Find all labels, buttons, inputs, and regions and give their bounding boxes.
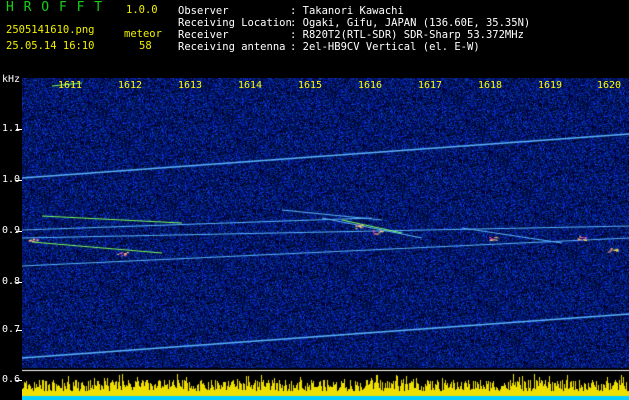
minute-label: 1614 [238,80,263,91]
minute-label: 1611 [58,80,83,91]
antenna-label: Receiving antenna [178,41,286,53]
location-label: Receiving Location [178,17,292,29]
minute-label: 1615 [298,80,323,91]
datetime-label: 25.05.14 16:10 [6,40,95,52]
observer-label: Observer [178,5,229,17]
spectrogram-canvas [22,78,629,400]
minute-label: 1620 [597,80,622,91]
app-title: H R O F F T [6,0,104,15]
axis-unit-label: kHz [2,74,21,85]
filename-label: 2505141610.png [6,24,95,36]
minute-label: 1612 [118,80,143,91]
meteor-count: 58 [139,40,152,52]
minute-label: 1617 [418,80,443,91]
receiver-value: : R820T2(RTL-SDR) SDR-Sharp 53.372MHz [290,29,524,41]
minute-label: 1618 [478,80,503,91]
minute-label: 1619 [538,80,563,91]
minute-label: 1616 [358,80,383,91]
receiver-label: Receiver [178,29,229,41]
observer-value: : Takanori Kawachi [290,5,404,17]
antenna-value: : 2el-HB9CV Vertical (el. E-W) [290,41,480,53]
minute-label: 1613 [178,80,203,91]
meteor-label: meteor [124,28,162,40]
location-value: : Ogaki, Gifu, JAPAN (136.60E, 35.35N) [290,17,531,29]
spectrogram-panel [22,78,629,400]
app-version: 1.0.0 [126,4,158,16]
hrofft-window: H R O F F T 1.0.0 2505141610.png 25.05.1… [0,0,629,400]
